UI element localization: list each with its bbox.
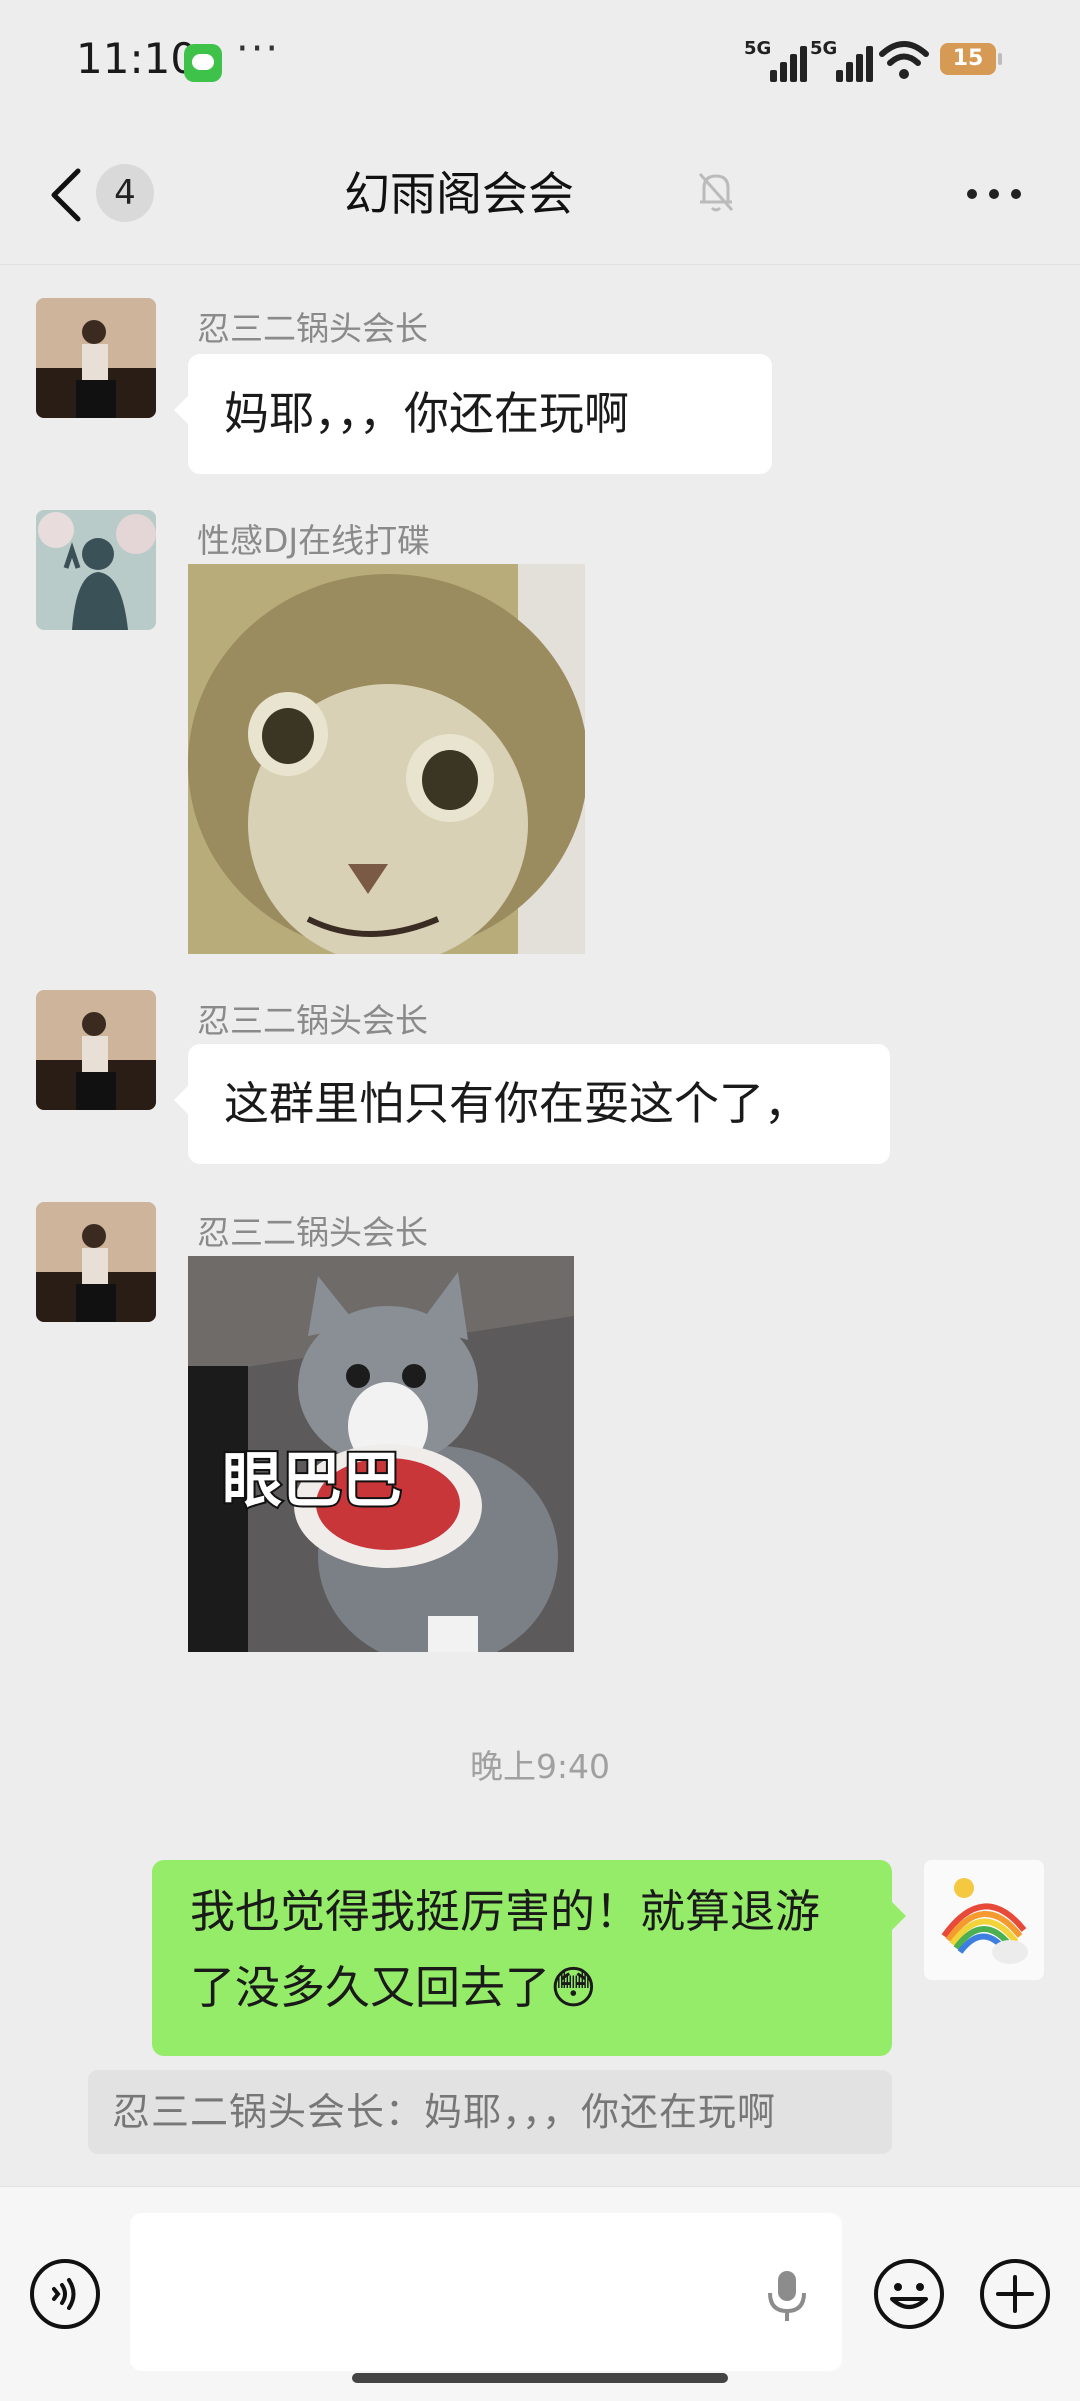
sender-name: 忍三二锅头会长 [197,1213,428,1252]
battery-indicator: 15 [940,43,1002,75]
quoted-message[interactable]: 忍三二锅头会长：妈耶，，，你还在玩啊 [88,2070,892,2154]
message-notification-icon [184,44,222,82]
message-bubble[interactable]: 这群里怕只有你在耍这个了， [174,1044,890,1164]
message-bubble[interactable]: 妈耶，，，你还在玩啊 [174,354,772,474]
signal-5g-icon-1: 5G [744,38,808,82]
emoji-icon[interactable] [872,2257,946,2331]
my-avatar[interactable] [924,1860,1044,1980]
avatar[interactable] [36,990,156,1110]
signal-5g-icon-2: 5G [810,38,874,82]
more-notifications-icon: ··· [236,26,281,72]
sender-name: 忍三二锅头会长 [197,309,428,348]
add-attachment-icon[interactable] [978,2257,1052,2331]
back-icon[interactable] [44,165,94,225]
home-indicator[interactable] [352,2373,728,2383]
mute-bell-icon [698,173,734,212]
avatar[interactable] [36,510,156,630]
sticker-caption: 眼巴巴 [220,1444,404,1518]
voice-mode-icon[interactable] [28,2257,102,2331]
timestamp: 晚上9:40 [469,1747,611,1786]
unread-count-badge[interactable]: 4 [96,164,154,222]
header-divider [0,264,1080,265]
avatar[interactable] [36,298,156,418]
status-bar: 11:10 ··· 5G 5G 15 [0,0,1080,125]
avatar[interactable] [36,1202,156,1322]
sender-name: 性感DJ在线打碟 [197,521,431,560]
status-time: 11:10 [76,34,198,83]
sticker-cat-staring[interactable] [188,564,585,954]
my-message-bubble[interactable]: 我也觉得我挺厉害的！就算退游了没多久又回去了😳 [152,1860,906,2056]
microphone-icon[interactable] [762,2267,812,2323]
chat-title: 幻雨阁会会 [344,167,574,221]
input-bar [0,2186,1080,2401]
message-input[interactable] [130,2213,842,2371]
sticker-cat-bib[interactable]: 眼巴巴 [188,1256,574,1652]
wifi-icon [879,41,929,79]
sender-name: 忍三二锅头会长 [197,1001,428,1040]
more-options-icon[interactable] [964,186,1024,202]
